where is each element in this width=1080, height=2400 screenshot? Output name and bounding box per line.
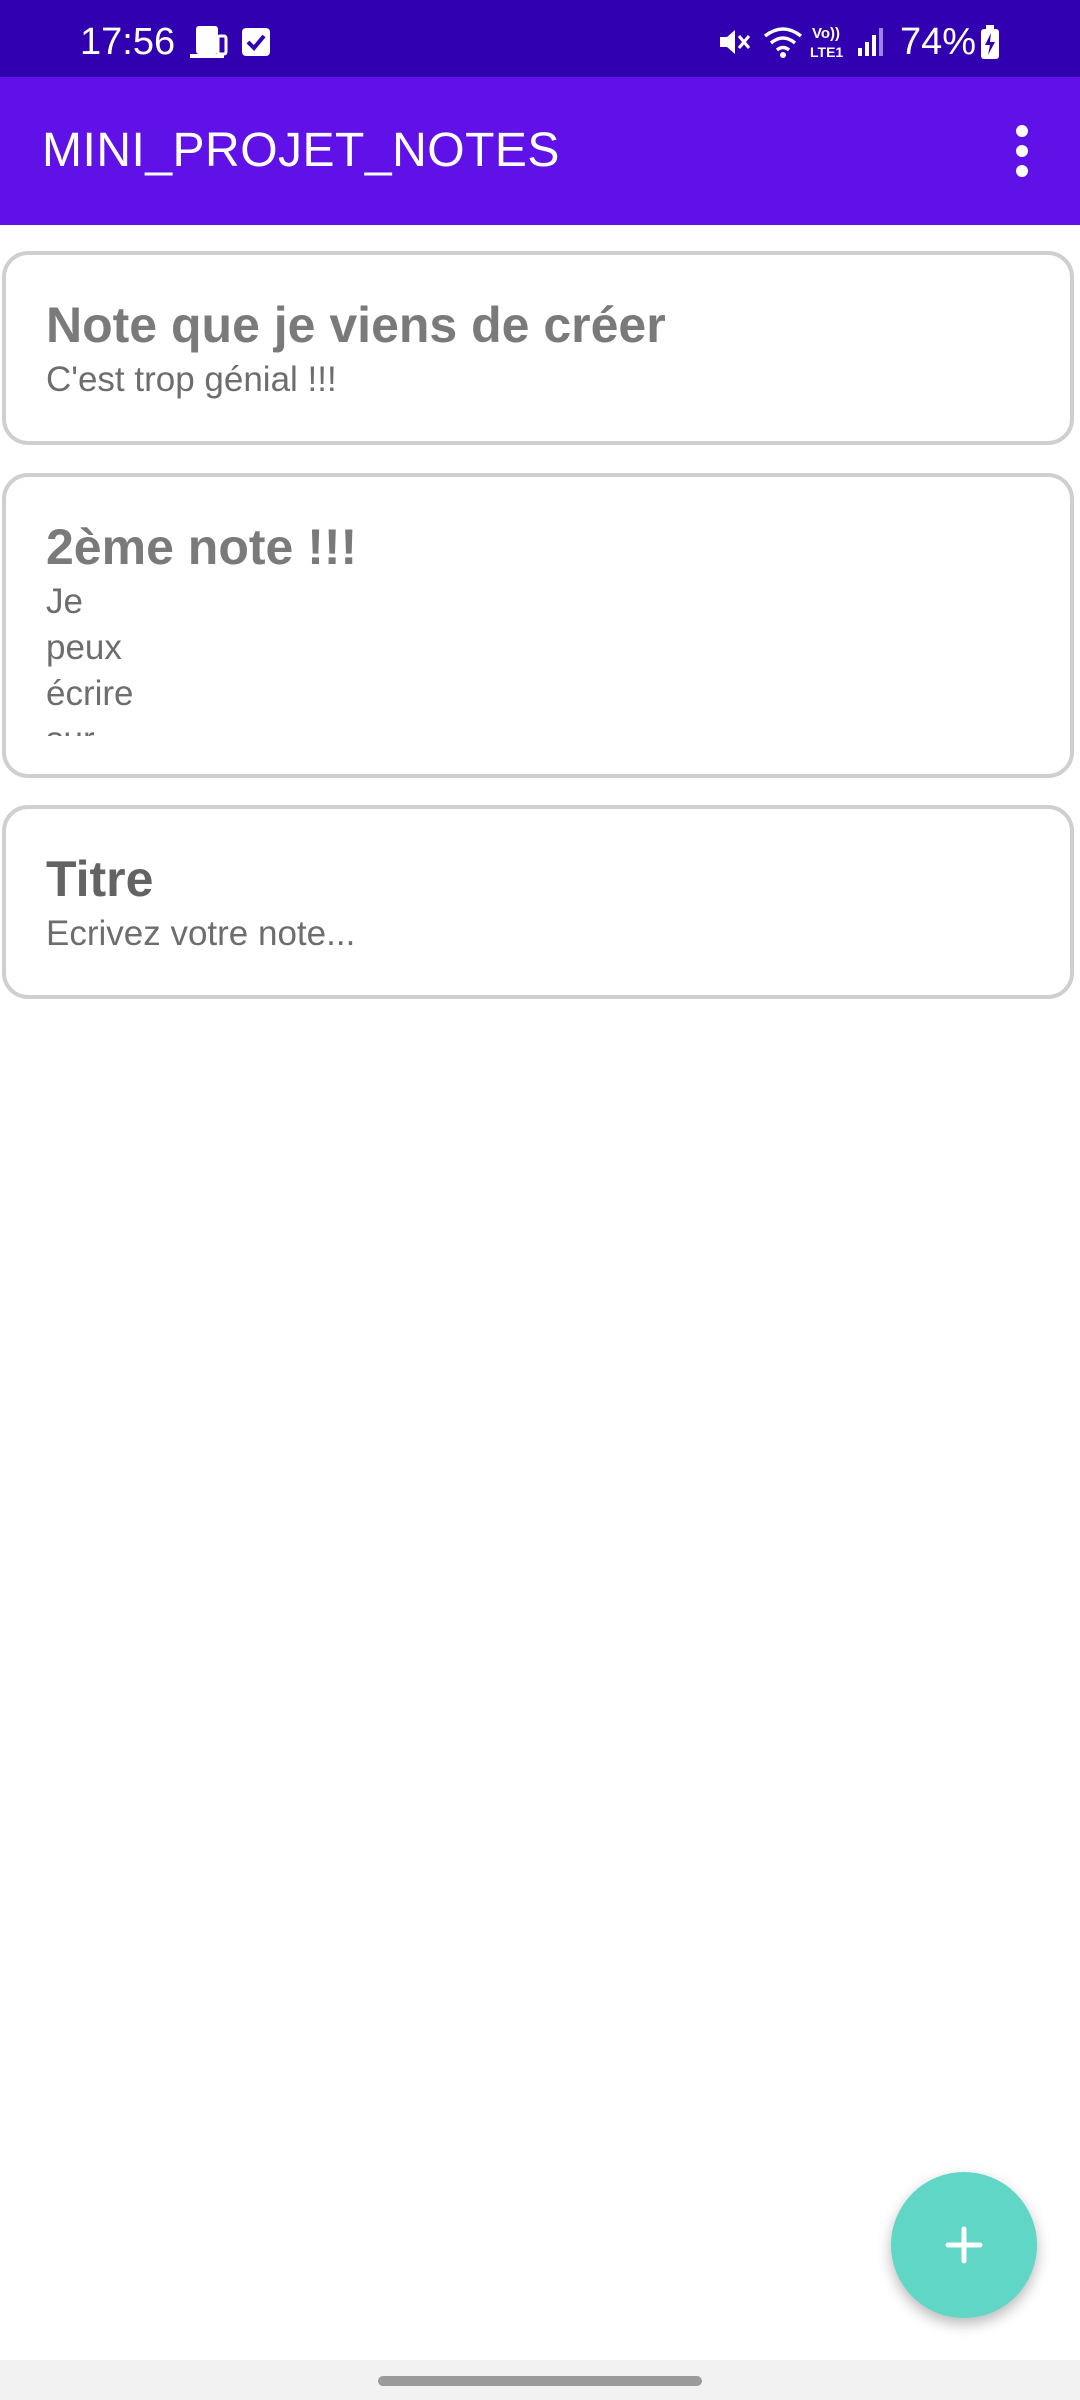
status-bar: 17:56 Vo)) LTE1 74% <box>0 0 1080 77</box>
note-title: 2ème note !!! <box>46 519 358 575</box>
svg-text:LTE1: LTE1 <box>810 44 843 60</box>
overflow-menu-button[interactable] <box>980 101 1080 201</box>
checkbox-icon <box>240 22 272 62</box>
home-gesture-handle[interactable] <box>378 2376 702 2386</box>
note-title: Titre <box>46 851 154 907</box>
app-title: MINI_PROJET_NOTES <box>42 124 560 177</box>
battery-charging-icon <box>980 22 1000 62</box>
note-card[interactable]: 2ème note !!! Je peux écrire sur <box>2 473 1074 778</box>
screen-mirror-icon <box>188 22 230 62</box>
notes-screen: 17:56 Vo)) LTE1 74% MINI_PROJET_NOTES No… <box>0 0 1080 2400</box>
status-time: 17:56 <box>80 21 176 63</box>
add-note-button[interactable] <box>891 2172 1037 2318</box>
note-body: C'est trop génial !!! <box>46 360 337 399</box>
note-card[interactable]: Note que je viens de créer C'est trop gé… <box>2 251 1074 445</box>
plus-icon <box>945 2226 983 2264</box>
note-title: Note que je viens de créer <box>46 297 666 353</box>
battery-percent: 74% <box>900 21 977 63</box>
volte-icon: Vo)) LTE1 <box>808 22 850 62</box>
note-body: Je peux écrire sur <box>46 582 134 736</box>
navigation-bar <box>0 2360 1080 2400</box>
more-vert-icon <box>1016 125 1028 177</box>
mute-icon <box>716 22 752 62</box>
signal-icon <box>856 22 886 62</box>
svg-text:Vo)): Vo)) <box>812 25 840 42</box>
note-card[interactable]: Titre Ecrivez votre note... <box>2 805 1074 999</box>
note-body: Ecrivez votre note... <box>46 914 356 953</box>
wifi-icon <box>762 22 804 62</box>
app-bar: MINI_PROJET_NOTES <box>0 77 1080 225</box>
